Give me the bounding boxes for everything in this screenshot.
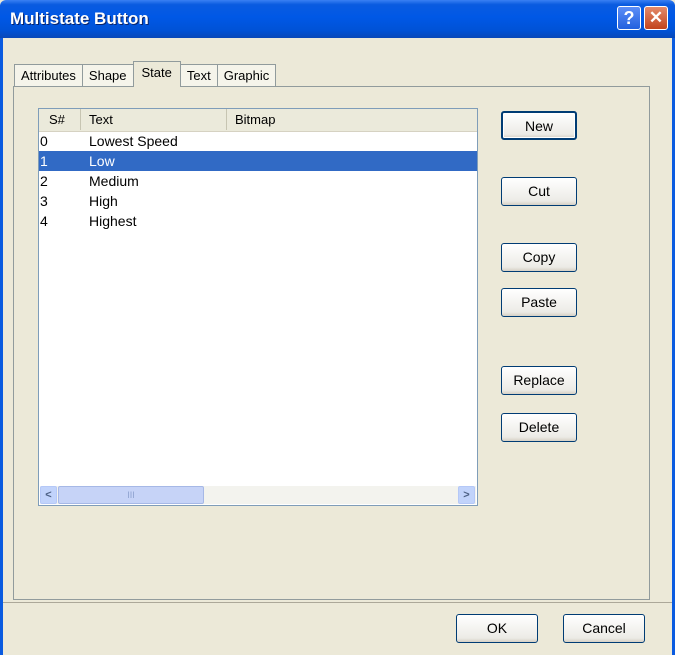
title-bar: Multistate Button ? ✕ (0, 0, 675, 38)
new-button[interactable]: New (501, 111, 577, 140)
tab-strip: Attributes Shape State Text Graphic (14, 61, 277, 87)
close-icon[interactable]: ✕ (644, 6, 668, 30)
delete-button[interactable]: Delete (501, 413, 577, 442)
state-number: 3 (40, 193, 48, 209)
list-item[interactable]: 2 Medium (39, 171, 477, 191)
scroll-thumb[interactable]: III (58, 486, 204, 504)
tab-attributes[interactable]: Attributes (14, 64, 83, 86)
list-item[interactable]: 4 Highest (39, 211, 477, 231)
state-number: 2 (40, 173, 48, 189)
scroll-left-icon[interactable]: < (40, 486, 57, 504)
tab-graphic[interactable]: Graphic (216, 64, 277, 86)
ok-button[interactable]: OK (456, 614, 538, 643)
list-item[interactable]: 3 High (39, 191, 477, 211)
state-text: Low (89, 153, 115, 169)
tab-shape[interactable]: Shape (81, 64, 134, 86)
state-number: 0 (40, 133, 48, 149)
list-header: S# Text Bitmap (39, 109, 477, 132)
replace-button[interactable]: Replace (501, 366, 577, 395)
list-rows: 0 Lowest Speed 1 Low 2 Medium 3 High 4 H… (39, 131, 477, 231)
state-text: Highest (89, 213, 137, 229)
state-text: Lowest Speed (89, 133, 178, 149)
column-header-bitmap[interactable]: Bitmap (227, 109, 477, 130)
column-header-sn[interactable]: S# (39, 109, 81, 130)
state-number: 1 (40, 153, 48, 169)
tab-text[interactable]: Text (179, 64, 218, 86)
tab-state[interactable]: State (132, 61, 181, 87)
column-header-text[interactable]: Text (81, 109, 227, 130)
cancel-button[interactable]: Cancel (563, 614, 645, 643)
list-item[interactable]: 0 Lowest Speed (39, 131, 477, 151)
copy-button[interactable]: Copy (501, 243, 577, 272)
state-text: High (89, 193, 118, 209)
cut-button[interactable]: Cut (501, 177, 577, 206)
state-text: Medium (89, 173, 139, 189)
states-list[interactable]: S# Text Bitmap 0 Lowest Speed 1 Low 2 Me… (38, 108, 478, 506)
list-item-selected[interactable]: 1 Low (39, 151, 477, 171)
state-number: 4 (40, 213, 48, 229)
horizontal-scrollbar[interactable]: < III > (40, 486, 476, 504)
scroll-right-icon[interactable]: > (458, 486, 475, 504)
help-icon[interactable]: ? (617, 6, 641, 30)
paste-button[interactable]: Paste (501, 288, 577, 317)
window-title: Multistate Button (10, 9, 149, 28)
bottom-separator (3, 602, 672, 603)
